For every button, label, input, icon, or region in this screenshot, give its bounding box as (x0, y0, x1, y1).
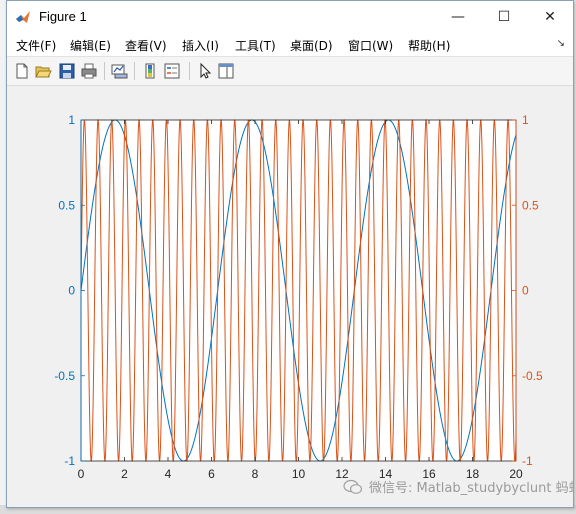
watermark: 微信号: Matlab_studybyclunt 蚂蚁加技术社区 (343, 477, 573, 496)
toolbar-separator (134, 62, 135, 80)
menu-overflow-icon[interactable]: ↘ (557, 38, 565, 49)
left-y-tick-label: 0 (68, 284, 75, 298)
plot-axes[interactable]: 0 2 4 6 8 10 12 14 16 18 20-1-0.500.51-1-0.500.51 (7, 86, 573, 507)
colorbar-icon[interactable] (141, 62, 159, 80)
figure-toolbar (7, 57, 573, 86)
left-y-tick-label: 1 (68, 113, 75, 127)
toolbar-separator (189, 62, 190, 80)
title-bar[interactable]: Figure 1 — ☐ ✕ (7, 1, 573, 32)
legend-icon[interactable] (163, 62, 181, 80)
minimize-button[interactable]: — (435, 1, 481, 32)
menu-help[interactable]: 帮助(H) (408, 37, 450, 54)
matlab-logo-icon (16, 11, 30, 23)
menu-edit[interactable]: 编辑(E) (70, 37, 111, 54)
wechat-icon (343, 479, 363, 494)
property-editor-icon[interactable] (217, 62, 235, 80)
toolbar-separator (104, 62, 105, 80)
x-tick-label: 4 (165, 467, 172, 481)
window-title: Figure 1 (39, 9, 87, 24)
open-file-icon[interactable] (34, 62, 52, 80)
left-y-tick-label: -0.5 (54, 369, 75, 383)
left-y-tick-label: 0.5 (58, 198, 75, 212)
save-icon[interactable] (58, 62, 76, 80)
watermark-text: 微信号: Matlab_studybyclunt 蚂蚁加技术社区 (369, 481, 573, 496)
right-y-tick-label: 0.5 (522, 198, 539, 212)
right-y-tick-label: -0.5 (522, 369, 543, 383)
menu-view[interactable]: 查看(V) (125, 37, 167, 54)
minimize-icon: — (451, 8, 465, 25)
close-icon: ✕ (544, 8, 556, 25)
left-y-tick-label: -1 (64, 454, 75, 468)
figure-window: Figure 1 — ☐ ✕ 文件(F) 编辑(E) 查看(V) 插入(I) 工… (6, 0, 574, 508)
right-y-tick-label: 1 (522, 113, 529, 127)
x-tick-label: 10 (292, 467, 306, 481)
maximize-button[interactable]: ☐ (481, 1, 527, 32)
edit-plot-arrow-icon[interactable] (196, 62, 214, 80)
right-y-tick-label: 0 (522, 284, 529, 298)
x-tick-label: 0 (78, 467, 85, 481)
close-button[interactable]: ✕ (527, 1, 573, 32)
maximize-icon: ☐ (497, 8, 511, 25)
x-tick-label: 8 (252, 467, 259, 481)
right-y-tick-label: -1 (522, 454, 533, 468)
figure-canvas: 0 2 4 6 8 10 12 14 16 18 20 -1 -0.5 0 0.5 1 -1 -0.5 0 0.5 1 … (7, 86, 573, 507)
axes-background (81, 120, 516, 461)
menu-bar: 文件(F) 编辑(E) 查看(V) 插入(I) 工具(T) 桌面(D) 窗口(W… (7, 32, 573, 57)
menu-window[interactable]: 窗口(W) (348, 37, 393, 54)
menu-desktop[interactable]: 桌面(D) (290, 37, 333, 54)
x-tick-label: 2 (121, 467, 128, 481)
menu-insert[interactable]: 插入(I) (182, 37, 219, 54)
new-figure-icon[interactable] (13, 62, 31, 80)
x-tick-label: 6 (208, 467, 215, 481)
print-icon[interactable] (80, 62, 98, 80)
menu-tools[interactable]: 工具(T) (235, 37, 276, 54)
menu-file[interactable]: 文件(F) (16, 37, 56, 54)
link-plot-icon[interactable] (110, 62, 128, 80)
